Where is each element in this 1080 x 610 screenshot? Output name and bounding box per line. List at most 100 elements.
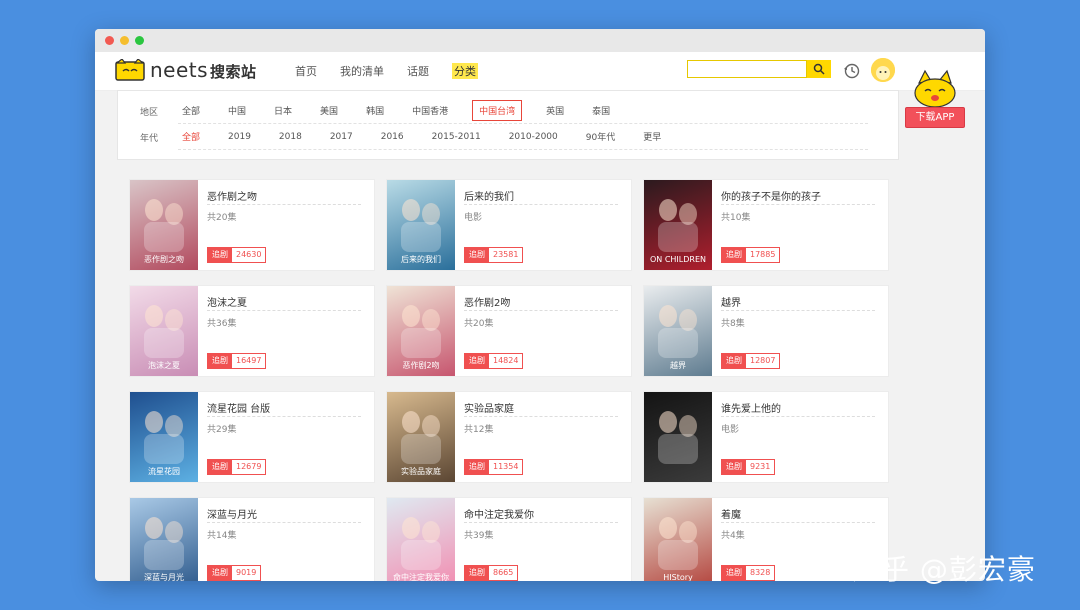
episode-count: 电影 bbox=[464, 213, 483, 223]
title-bar bbox=[95, 29, 985, 52]
follow-button[interactable]: 追剧 11354 bbox=[464, 459, 524, 475]
region-option[interactable]: 英国 bbox=[542, 102, 568, 119]
region-option[interactable]: 中国香港 bbox=[408, 102, 452, 119]
drama-card[interactable]: 恶作剧之吻 恶作剧之吻 共20集 追剧 24630 bbox=[129, 179, 375, 271]
region-option[interactable]: 日本 bbox=[270, 102, 296, 119]
poster-image[interactable]: 恶作剧之吻 bbox=[130, 180, 198, 270]
follower-count: 23581 bbox=[489, 248, 523, 262]
drama-title[interactable]: 实验品家庭 bbox=[464, 400, 514, 415]
filter-panel: 地区 全部 中国 日本 美国 韩国 中国香港 中国台湾 英国 泰国 年代 全部 2019 2018 2… bbox=[117, 90, 899, 160]
year-option[interactable]: 2019 bbox=[224, 130, 255, 144]
region-option[interactable]: 韩国 bbox=[362, 102, 388, 119]
poster-title-text: 深蓝与月光 bbox=[144, 572, 184, 581]
drama-card[interactable]: 后来的我们 后来的我们 电影 追剧 23581 bbox=[386, 179, 632, 271]
search-icon bbox=[813, 63, 825, 75]
poster-image[interactable]: 越界 bbox=[644, 286, 712, 376]
poster-title-text: ON CHILDREN bbox=[650, 255, 706, 264]
drama-title[interactable]: 谁先爱上他的 bbox=[721, 400, 781, 415]
follow-button[interactable]: 追剧 16497 bbox=[207, 353, 267, 369]
year-option[interactable]: 2018 bbox=[275, 130, 306, 144]
close-window-button[interactable] bbox=[105, 36, 114, 45]
user-avatar[interactable] bbox=[871, 58, 895, 82]
search-box bbox=[687, 60, 831, 78]
drama-title[interactable]: 越界 bbox=[721, 294, 741, 309]
follow-button[interactable]: 追剧 8665 bbox=[464, 565, 519, 581]
drama-title[interactable]: 泡沫之夏 bbox=[207, 294, 247, 309]
site-logo[interactable]: neets 搜索站 bbox=[115, 58, 257, 82]
drama-title[interactable]: 后来的我们 bbox=[464, 188, 514, 203]
search-button[interactable] bbox=[807, 60, 831, 78]
region-option[interactable]: 全部 bbox=[178, 102, 204, 119]
drama-title[interactable]: 流星花园 台版 bbox=[207, 400, 270, 415]
drama-card[interactable]: 谁先爱上他的电影追剧 9231 bbox=[643, 391, 889, 483]
year-option[interactable]: 2015-2011 bbox=[428, 130, 485, 144]
follow-button[interactable]: 追剧 9019 bbox=[207, 565, 262, 581]
episode-count: 共39集 bbox=[464, 531, 494, 541]
download-app-badge[interactable]: 下载APP bbox=[905, 69, 965, 131]
history-icon[interactable] bbox=[843, 62, 861, 80]
follow-label: 追剧 bbox=[465, 354, 489, 368]
drama-card[interactable]: ON CHILDREN 你的孩子不是你的孩子 共10集 追剧 17885 bbox=[643, 179, 889, 271]
drama-title[interactable]: 着魔 bbox=[721, 506, 741, 521]
poster-image[interactable]: 恶作剧2吻 bbox=[387, 286, 455, 376]
drama-card[interactable]: 实验品家庭 实验品家庭 共12集 追剧 11354 bbox=[386, 391, 632, 483]
nav-home[interactable]: 首页 bbox=[295, 63, 317, 79]
follow-button[interactable]: 追剧 12679 bbox=[207, 459, 267, 475]
year-option[interactable]: 全部 bbox=[178, 128, 204, 145]
drama-card[interactable]: 流星花园 流星花园 台版共29集追剧 12679 bbox=[129, 391, 375, 483]
cat-mascot-icon bbox=[914, 69, 956, 108]
poster-image[interactable]: 深蓝与月光 bbox=[130, 498, 198, 581]
poster-image[interactable]: 流星花园 bbox=[130, 392, 198, 482]
poster-title-text: 命中注定我爱你 bbox=[393, 572, 449, 581]
follower-count: 17885 bbox=[746, 248, 780, 262]
poster-image[interactable]: ON CHILDREN bbox=[644, 180, 712, 270]
poster-title-text: 泡沫之夏 bbox=[148, 360, 180, 370]
poster-image[interactable]: 命中注定我爱你 bbox=[387, 498, 455, 581]
follow-button[interactable]: 追剧 23581 bbox=[464, 247, 524, 263]
episode-count: 共29集 bbox=[207, 425, 237, 435]
drama-title[interactable]: 你的孩子不是你的孩子 bbox=[721, 188, 821, 203]
follow-button[interactable]: 追剧 14824 bbox=[464, 353, 524, 369]
follow-button[interactable]: 追剧 17885 bbox=[721, 247, 781, 263]
region-option[interactable]: 泰国 bbox=[588, 102, 614, 119]
drama-card[interactable]: 命中注定我爱你 命中注定我爱你 共39集 追剧 8665 bbox=[386, 497, 632, 581]
maximize-window-button[interactable] bbox=[135, 36, 144, 45]
follow-button[interactable]: 追剧 12807 bbox=[721, 353, 781, 369]
poster-image[interactable]: 实验品家庭 bbox=[387, 392, 455, 482]
year-option[interactable]: 2017 bbox=[326, 130, 357, 144]
nav-topics[interactable]: 话题 bbox=[407, 63, 429, 79]
poster-image[interactable]: HIStory bbox=[644, 498, 712, 581]
follow-label: 追剧 bbox=[465, 248, 489, 262]
year-option[interactable]: 2010-2000 bbox=[505, 130, 562, 144]
drama-card[interactable]: 恶作剧2吻 恶作剧2吻 共20集 追剧 14824 bbox=[386, 285, 632, 377]
year-option[interactable]: 2016 bbox=[377, 130, 408, 144]
drama-title[interactable]: 命中注定我爱你 bbox=[464, 506, 534, 521]
year-option[interactable]: 更早 bbox=[639, 128, 665, 145]
drama-title[interactable]: 恶作剧之吻 bbox=[207, 188, 257, 203]
region-filter-row: 地区 全部 中国 日本 美国 韩国 中国香港 中国台湾 英国 泰国 bbox=[118, 98, 898, 124]
nav-categories[interactable]: 分类 bbox=[452, 63, 478, 79]
region-option[interactable]: 美国 bbox=[316, 102, 342, 119]
divider bbox=[207, 522, 361, 523]
follow-button[interactable]: 追剧 8328 bbox=[721, 565, 776, 581]
minimize-window-button[interactable] bbox=[120, 36, 129, 45]
follow-button[interactable]: 追剧 9231 bbox=[721, 459, 776, 475]
year-option[interactable]: 90年代 bbox=[582, 128, 619, 145]
poster-image[interactable] bbox=[644, 392, 712, 482]
nav-my-list[interactable]: 我的清单 bbox=[340, 63, 384, 79]
drama-title[interactable]: 恶作剧2吻 bbox=[464, 294, 510, 309]
drama-card[interactable]: 泡沫之夏 泡沫之夏 共36集 追剧 16497 bbox=[129, 285, 375, 377]
search-input[interactable] bbox=[687, 60, 807, 78]
drama-card[interactable]: 越界 越界 共8集 追剧 12807 bbox=[643, 285, 889, 377]
poster-image[interactable]: 泡沫之夏 bbox=[130, 286, 198, 376]
poster-image[interactable]: 后来的我们 bbox=[387, 180, 455, 270]
year-options: 全部 2019 2018 2017 2016 2015-2011 2010-2000 90年代… bbox=[178, 125, 868, 150]
region-option[interactable]: 中国 bbox=[224, 102, 250, 119]
episode-count: 电影 bbox=[721, 425, 740, 435]
region-option[interactable]: 中国台湾 bbox=[472, 100, 523, 121]
drama-card[interactable]: 深蓝与月光 深蓝与月光 共14集 追剧 9019 bbox=[129, 497, 375, 581]
follower-count: 9019 bbox=[232, 566, 261, 580]
drama-title[interactable]: 深蓝与月光 bbox=[207, 506, 257, 521]
follow-button[interactable]: 追剧 24630 bbox=[207, 247, 267, 263]
logo-text: neets 搜索站 bbox=[150, 58, 257, 82]
